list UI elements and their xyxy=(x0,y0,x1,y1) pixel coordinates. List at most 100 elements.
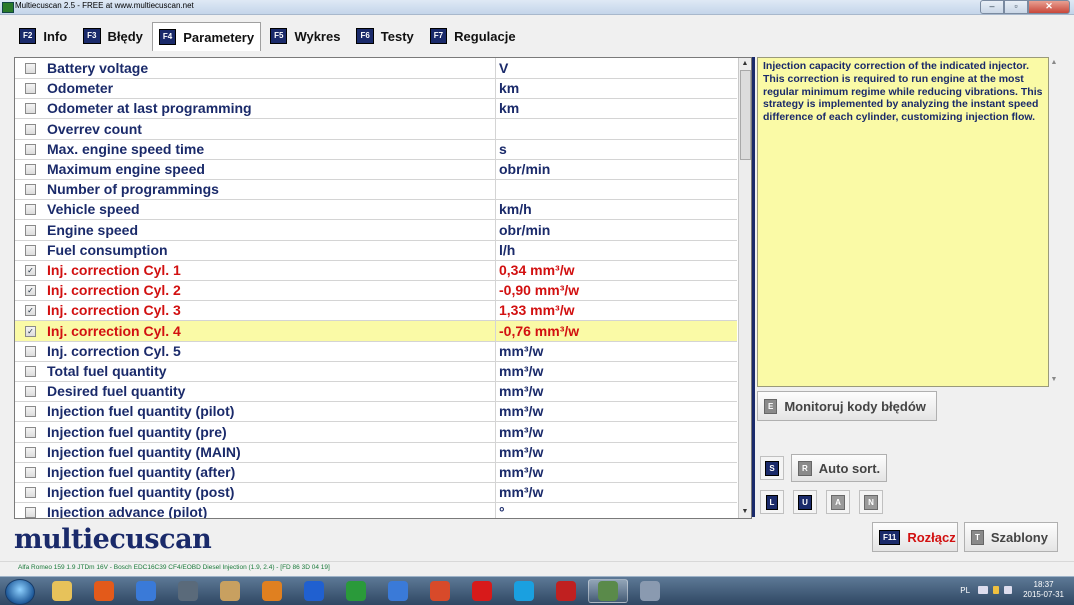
disconnect-button[interactable]: F11 Rozłącz xyxy=(872,522,958,552)
table-row[interactable]: Overrev count xyxy=(15,118,737,140)
column-divider xyxy=(495,159,496,179)
scroll-thumb[interactable] xyxy=(740,70,751,160)
row-checkbox[interactable]: ✓ xyxy=(25,305,36,317)
table-row[interactable]: Maximum engine speed obr/min xyxy=(15,159,737,180)
notification-icon[interactable] xyxy=(993,586,1000,594)
start-orb-icon[interactable] xyxy=(5,579,35,605)
row-checkbox[interactable] xyxy=(25,406,36,418)
table-row[interactable]: Odometer km xyxy=(15,78,737,100)
row-checkbox[interactable] xyxy=(25,123,36,135)
row-checkbox[interactable] xyxy=(25,426,36,438)
teamviewer-icon[interactable] xyxy=(378,579,418,603)
row-checkbox[interactable] xyxy=(25,345,36,357)
table-row[interactable]: Engine speed obr/min xyxy=(15,219,737,241)
row-checkbox[interactable] xyxy=(25,204,36,216)
row-checkbox[interactable]: ✓ xyxy=(25,285,36,297)
skype-icon[interactable] xyxy=(504,579,544,603)
row-checkbox[interactable]: ✓ xyxy=(25,325,36,337)
table-row[interactable]: Injection fuel quantity (pre) mm³/w xyxy=(15,421,737,443)
a-button[interactable]: A xyxy=(826,490,850,514)
tab-testy[interactable]: F6 Testy xyxy=(349,22,420,50)
minimize-button[interactable]: ‒ xyxy=(980,0,1004,14)
l-button[interactable]: L xyxy=(760,490,784,514)
n-button[interactable]: N xyxy=(859,490,883,514)
table-row[interactable]: Injection advance (pilot) ° xyxy=(15,502,737,518)
templates-button[interactable]: T Szablony xyxy=(964,522,1058,552)
table-row[interactable]: Inj. correction Cyl. 5 mm³/w xyxy=(15,340,737,362)
s-button[interactable]: S xyxy=(760,456,784,480)
tab-wykres[interactable]: F5 Wykres xyxy=(263,22,347,50)
media-player-icon[interactable] xyxy=(126,579,166,603)
table-row[interactable]: ✓ Inj. correction Cyl. 1 0,34 mm³/w xyxy=(15,260,737,281)
app-icon xyxy=(2,2,14,13)
scroll-down-icon[interactable]: ▼ xyxy=(1049,376,1059,383)
row-checkbox[interactable] xyxy=(25,184,36,196)
network-icon[interactable] xyxy=(978,586,989,594)
table-row[interactable]: ✓ Inj. correction Cyl. 2 -0,90 mm³/w xyxy=(15,280,737,302)
row-checkbox[interactable] xyxy=(25,143,36,155)
language-indicator[interactable]: PL xyxy=(960,586,970,595)
movie-maker-icon[interactable] xyxy=(168,579,208,603)
chrome-icon[interactable] xyxy=(420,579,460,603)
table-row[interactable]: Number of programmings xyxy=(15,179,737,201)
auto-sort-button[interactable]: R Auto sort. xyxy=(791,454,887,482)
clock[interactable]: 18:37 2015-07-31 xyxy=(1023,580,1064,600)
scroll-up-icon[interactable]: ▲ xyxy=(1049,59,1059,66)
table-row[interactable]: Fuel consumption l/h xyxy=(15,239,737,261)
column-divider xyxy=(495,219,496,240)
column-divider xyxy=(495,260,496,280)
row-checkbox[interactable] xyxy=(25,507,36,518)
monitor-app-icon[interactable] xyxy=(630,579,670,603)
table-row[interactable]: ✓ Inj. correction Cyl. 4 -0,76 mm³/w xyxy=(15,320,737,342)
opera-icon[interactable] xyxy=(462,579,502,603)
multiecuscan-icon[interactable] xyxy=(588,579,628,603)
table-row[interactable]: Max. engine speed time s xyxy=(15,138,737,160)
volume-icon[interactable] xyxy=(1004,586,1013,594)
table-row[interactable]: Desired fuel quantity mm³/w xyxy=(15,381,737,403)
row-checkbox[interactable] xyxy=(25,224,36,236)
column-divider xyxy=(495,199,496,220)
tab-parametery[interactable]: F4 Parametery xyxy=(151,22,262,51)
table-row[interactable]: Injection fuel quantity (post) mm³/w xyxy=(15,482,737,504)
flash-app-icon[interactable] xyxy=(294,579,334,603)
row-checkbox[interactable] xyxy=(25,446,36,458)
table-row[interactable]: Battery voltage V xyxy=(15,58,737,79)
row-checkbox[interactable] xyxy=(25,244,36,256)
row-checkbox[interactable] xyxy=(25,366,36,377)
row-checkbox[interactable]: ✓ xyxy=(25,265,36,276)
table-row[interactable]: Vehicle speed km/h xyxy=(15,199,737,221)
parameter-value: km xyxy=(499,100,520,117)
utorrent-icon[interactable] xyxy=(336,579,376,603)
description-scrollbar[interactable]: ▲ ▼ xyxy=(1049,57,1059,385)
splitter[interactable] xyxy=(752,57,755,517)
firefox-icon[interactable] xyxy=(84,579,124,603)
row-checkbox[interactable] xyxy=(25,63,36,74)
row-checkbox[interactable] xyxy=(25,487,36,499)
row-checkbox[interactable] xyxy=(25,103,36,115)
table-row[interactable]: Odometer at last programming km xyxy=(15,98,737,120)
table-row[interactable]: Total fuel quantity mm³/w xyxy=(15,361,737,382)
pencil-app-icon[interactable] xyxy=(210,579,250,603)
row-checkbox[interactable] xyxy=(25,164,36,175)
close-button[interactable]: ✕ xyxy=(1028,0,1070,14)
scroll-down-icon[interactable]: ▼ xyxy=(740,507,750,517)
table-row[interactable]: ✓ Inj. correction Cyl. 3 1,33 mm³/w xyxy=(15,300,737,322)
list-scrollbar[interactable]: ▲ ▼ xyxy=(738,58,751,518)
tab-regulacje[interactable]: F7 Regulacje xyxy=(423,22,523,50)
explorer-icon[interactable] xyxy=(42,579,82,603)
row-checkbox[interactable] xyxy=(25,386,36,398)
tools-app-icon[interactable] xyxy=(252,579,292,603)
monitor-errors-button[interactable]: E Monitoruj kody błędów xyxy=(757,391,937,421)
tab-błędy[interactable]: F3 Błędy xyxy=(76,22,150,50)
table-row[interactable]: Injection fuel quantity (after) mm³/w xyxy=(15,462,737,483)
taskbar: PL 18:37 2015-07-31 xyxy=(0,576,1074,605)
table-row[interactable]: Injection fuel quantity (MAIN) mm³/w xyxy=(15,441,737,463)
scroll-up-icon[interactable]: ▲ xyxy=(740,59,750,69)
row-checkbox[interactable] xyxy=(25,83,36,95)
maximize-button[interactable]: ▫ xyxy=(1004,0,1028,14)
row-checkbox[interactable] xyxy=(25,467,36,478)
car-app-icon[interactable] xyxy=(546,579,586,603)
tab-info[interactable]: F2 Info xyxy=(12,22,74,50)
u-button[interactable]: U xyxy=(793,490,817,514)
table-row[interactable]: Injection fuel quantity (pilot) mm³/w xyxy=(15,401,737,423)
